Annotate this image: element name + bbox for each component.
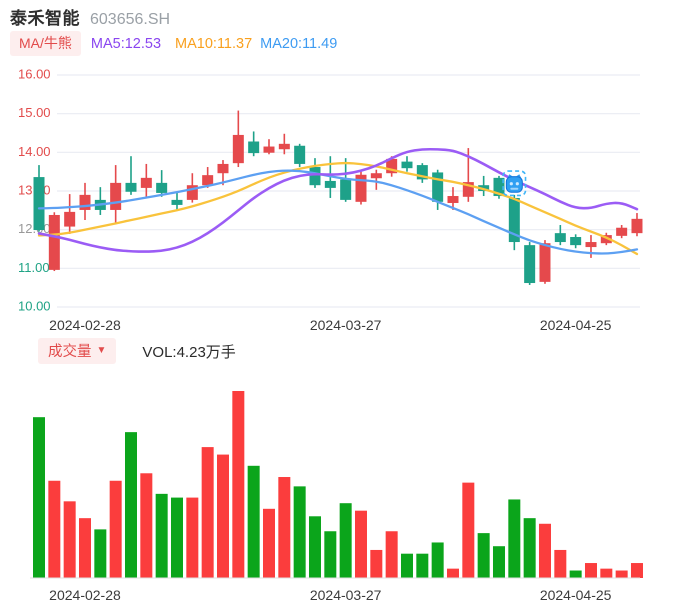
chart-header: 泰禾智能 603656.SH xyxy=(10,4,170,29)
ma10-value-label: MA10:11.37 xyxy=(175,35,253,52)
volume-value-label: VOL:4.23万手 xyxy=(142,343,236,361)
stock-name: 泰禾智能 xyxy=(10,9,80,28)
svg-text:10.00: 10.00 xyxy=(18,298,51,313)
ma20-value-label: MA20:11.49 xyxy=(260,35,338,52)
volume-bars-group xyxy=(33,391,643,578)
svg-text:14.00: 14.00 xyxy=(18,144,51,159)
svg-text:2024-03-27: 2024-03-27 xyxy=(310,317,382,333)
volume-badge-label: 成交量 xyxy=(48,344,92,360)
volume-bar-chart[interactable]: 2024-02-28 2024-03-27 2024-04-25 xyxy=(0,370,686,606)
volume-header: 成交量 ▼ VOL:4.23万手 xyxy=(38,338,236,364)
svg-text:16.00: 16.00 xyxy=(18,66,51,81)
dropdown-arrow-icon: ▼ xyxy=(96,345,107,356)
robot-marker-icon[interactable] xyxy=(502,170,527,197)
svg-text:2024-03-27: 2024-03-27 xyxy=(310,587,382,603)
svg-text:2024-04-25: 2024-04-25 xyxy=(540,317,612,333)
volume-x-axis-labels: 2024-02-28 2024-03-27 2024-04-25 xyxy=(49,587,611,603)
svg-text:15.00: 15.00 xyxy=(18,105,51,120)
x-axis-labels: 2024-02-28 2024-03-27 2024-04-25 xyxy=(49,317,611,333)
main-candlestick-chart[interactable]: 16.0015.0014.0013.0012.0011.0010.002024-… xyxy=(0,60,686,340)
stock-chart-panel: 泰禾智能 603656.SH MA/牛熊 MA5:12.53 MA10:11.3… xyxy=(0,0,686,606)
svg-text:2024-04-25: 2024-04-25 xyxy=(540,587,612,603)
svg-text:2024-02-28: 2024-02-28 xyxy=(49,587,121,603)
svg-text:11.00: 11.00 xyxy=(18,260,50,275)
svg-text:2024-02-28: 2024-02-28 xyxy=(49,317,121,333)
stock-code: 603656.SH xyxy=(90,11,171,28)
ma-indicator-badge[interactable]: MA/牛熊 xyxy=(10,31,81,56)
ma-legend-row: MA/牛熊 MA5:12.53 MA10:11.37 MA20:11.49 xyxy=(10,31,337,56)
volume-dropdown-button[interactable]: 成交量 ▼ xyxy=(38,338,117,364)
ma5-value-label: MA5:12.53 xyxy=(90,35,162,52)
